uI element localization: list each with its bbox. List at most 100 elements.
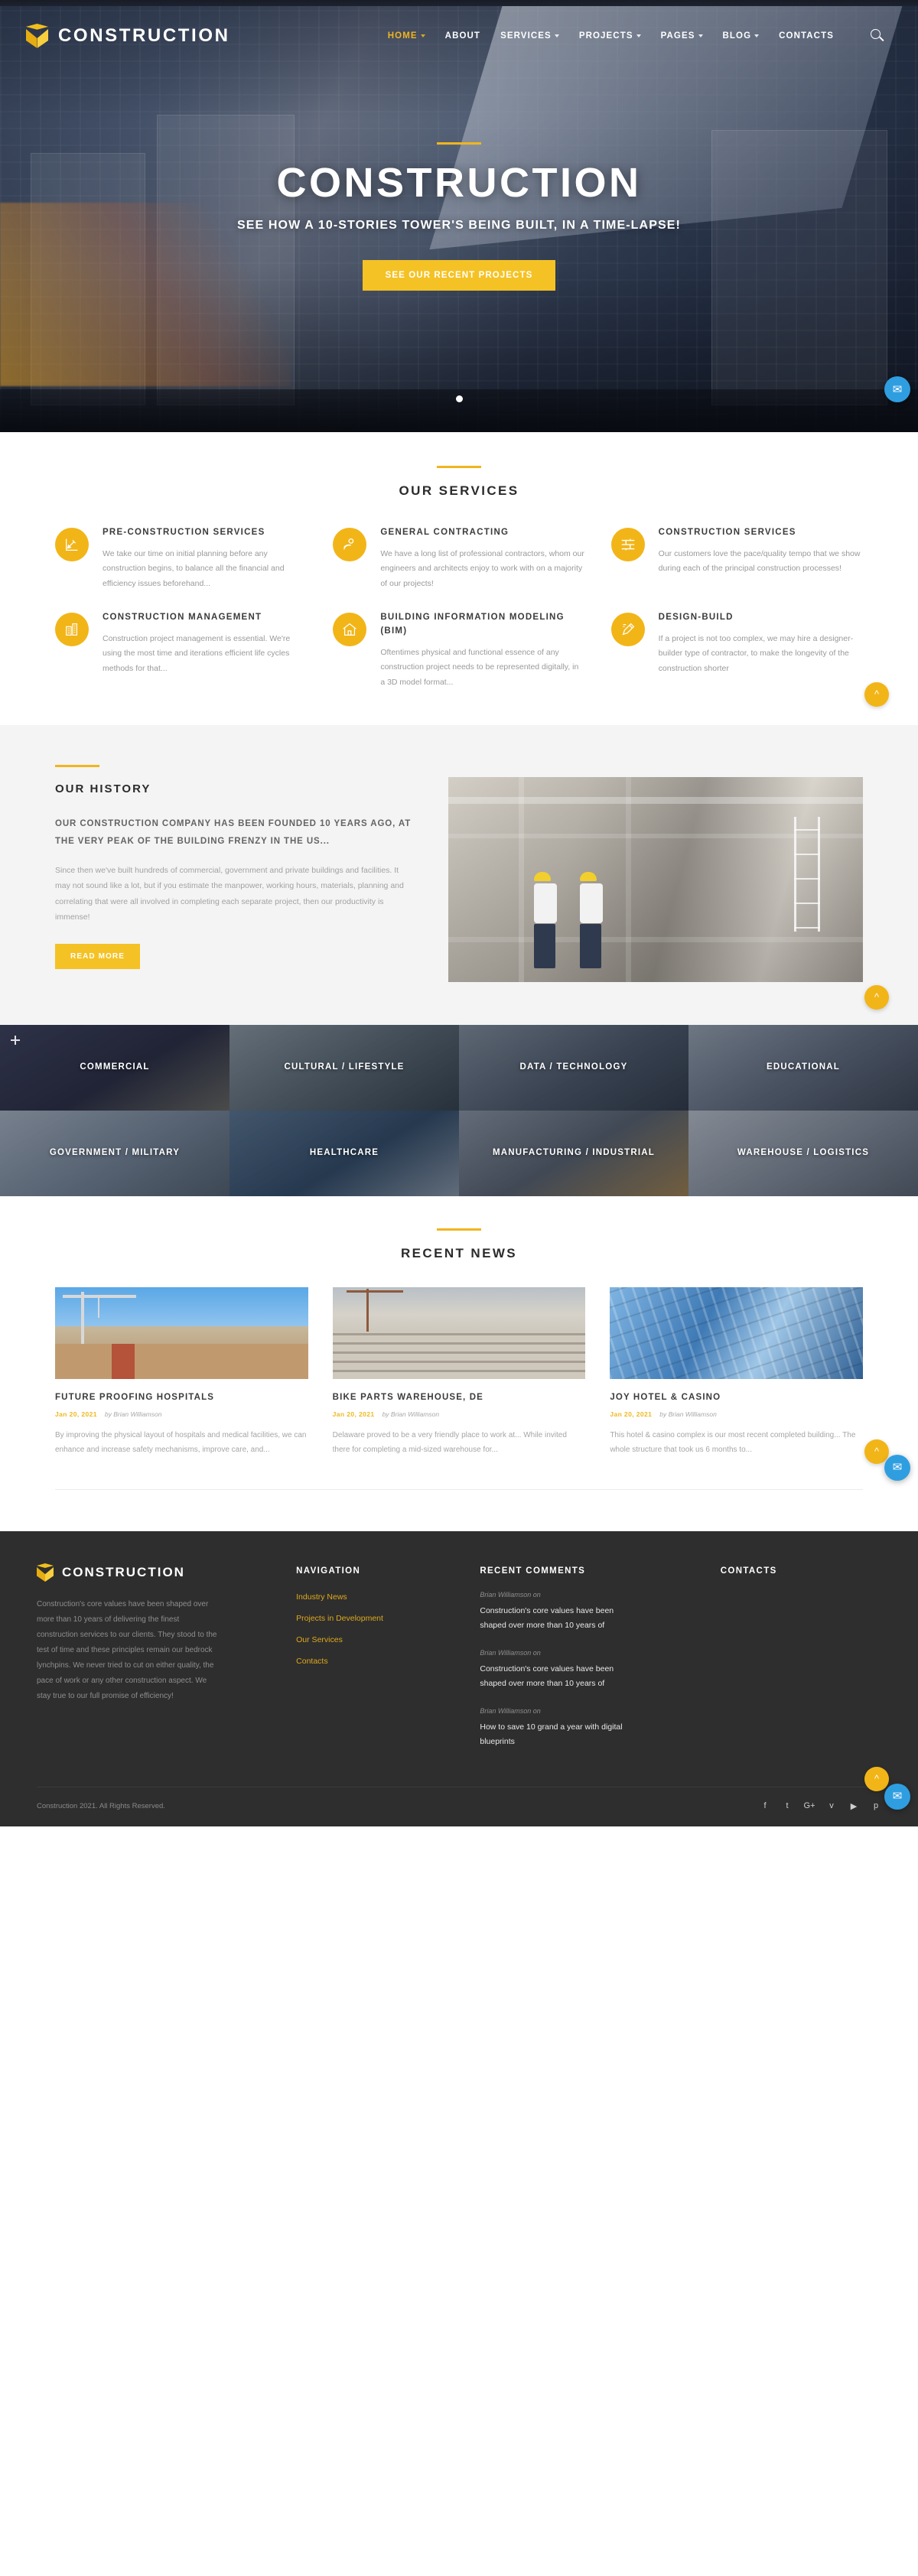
category-tile-government-military[interactable]: GOVERNMENT / MILITARY: [0, 1110, 230, 1196]
footer-brand[interactable]: CONSTRUCTION: [37, 1563, 273, 1582]
vimeo-icon[interactable]: v: [826, 1801, 837, 1810]
main-navigation: HOME ABOUT SERVICES PROJECTS PAGES BLOG …: [388, 29, 892, 43]
scroll-top-button[interactable]: ^: [864, 681, 889, 707]
footer-navigation-title: NAVIGATION: [296, 1566, 361, 1576]
category-tile-manufacturing-industrial[interactable]: MANUFACTURING / INDUSTRIAL: [459, 1110, 688, 1196]
pinterest-icon[interactable]: p: [871, 1801, 881, 1810]
footer-comment-item[interactable]: Brian Williamson on Construction's core …: [480, 1649, 697, 1692]
brand-logo[interactable]: CONSTRUCTION: [26, 24, 230, 48]
youtube-icon[interactable]: ▶: [848, 1801, 859, 1811]
google-plus-icon[interactable]: G+: [804, 1801, 815, 1810]
nav-item-about[interactable]: ABOUT: [445, 31, 480, 41]
chevron-up-icon: ^: [874, 1773, 880, 1784]
footer-comment-item[interactable]: Brian Williamson on Construction's core …: [480, 1591, 697, 1634]
history-text-column: OUR HISTORY OUR CONSTRUCTION COMPANY HAS…: [55, 760, 415, 982]
category-label: CULTURAL / LIFESTYLE: [284, 1062, 405, 1072]
category-tile-commercial[interactable]: COMMERCIAL: [0, 1024, 230, 1111]
category-label: GOVERNMENT / MILITARY: [49, 1148, 181, 1158]
chevron-down-icon: [420, 34, 425, 37]
news-thumbnail: [55, 1286, 308, 1379]
slider-dot-1[interactable]: [455, 395, 463, 402]
ladder-shape: [794, 816, 820, 932]
chat-widget-button[interactable]: ✉: [884, 1454, 910, 1481]
news-thumbnail: [610, 1286, 863, 1379]
service-card[interactable]: CONSTRUCTION MANAGEMENT Construction pro…: [55, 611, 307, 690]
footer-comment-item[interactable]: Brian Williamson on How to save 10 grand…: [480, 1707, 697, 1750]
footer-navigation-column: NAVIGATION Industry News Projects in Dev…: [296, 1563, 457, 1750]
scroll-top-button[interactable]: ^: [864, 1439, 889, 1464]
chevron-up-icon: ^: [874, 1446, 880, 1458]
services-grid: PRE-CONSTRUCTION SERVICES We take our ti…: [0, 526, 918, 690]
news-accent-rule: [437, 1228, 481, 1231]
category-label: MANUFACTURING / INDUSTRIAL: [493, 1148, 655, 1158]
service-title: CONSTRUCTION MANAGEMENT: [103, 613, 262, 623]
history-title: OUR HISTORY: [55, 782, 151, 795]
footer-link-our-services[interactable]: Our Services: [296, 1635, 457, 1644]
nav-label: ABOUT: [444, 31, 481, 41]
category-tile-warehouse-logistics[interactable]: WAREHOUSE / LOGISTICS: [688, 1110, 918, 1196]
service-card[interactable]: PRE-CONSTRUCTION SERVICES We take our ti…: [55, 526, 307, 591]
facebook-icon[interactable]: f: [760, 1801, 770, 1810]
category-tile-data-technology[interactable]: DATA / TECHNOLOGY: [459, 1024, 688, 1111]
site-footer: CONSTRUCTION Construction's core values …: [0, 1530, 918, 1826]
nav-item-blog[interactable]: BLOG: [723, 31, 760, 41]
footer-columns: CONSTRUCTION Construction's core values …: [37, 1563, 881, 1750]
twitter-icon[interactable]: t: [782, 1801, 793, 1810]
category-label: DATA / TECHNOLOGY: [519, 1062, 628, 1072]
service-text: If a project is not too complex, we may …: [658, 633, 854, 673]
brand-name: CONSTRUCTION: [58, 25, 230, 46]
cube-icon: [37, 1563, 54, 1582]
search-icon[interactable]: [871, 29, 884, 43]
category-tile-educational[interactable]: EDUCATIONAL: [688, 1024, 918, 1111]
chat-bubble-icon: ✉: [892, 382, 903, 396]
category-tile-healthcare[interactable]: HEALTHCARE: [230, 1110, 459, 1196]
hero-accent-rule: [437, 142, 481, 145]
news-title: RECENT NEWS: [400, 1245, 518, 1260]
news-card[interactable]: BIKE PARTS WAREHOUSE, DE Jan 20, 2021 by…: [332, 1286, 586, 1457]
chat-widget-button[interactable]: ✉: [884, 1783, 910, 1810]
service-title: BUILDING INFORMATION MODELING (BIM): [380, 613, 565, 636]
service-card[interactable]: GENERAL CONTRACTING We have a long list …: [333, 526, 584, 591]
nav-item-pages[interactable]: PAGES: [661, 31, 703, 41]
news-card-title: BIKE PARTS WAREHOUSE, DE: [332, 1392, 484, 1402]
category-label: COMMERCIAL: [80, 1062, 150, 1072]
news-thumbnail: [332, 1286, 586, 1379]
chat-widget-button[interactable]: ✉: [884, 376, 910, 402]
footer-comments-title: RECENT COMMENTS: [480, 1566, 586, 1576]
service-card[interactable]: DESIGN-BUILD If a project is not too com…: [610, 611, 863, 690]
history-section: OUR HISTORY OUR CONSTRUCTION COMPANY HAS…: [0, 724, 918, 1025]
nav-item-projects[interactable]: PROJECTS: [579, 31, 641, 41]
hero-cta-button[interactable]: SEE OUR RECENT PROJECTS: [362, 259, 556, 291]
news-card[interactable]: JOY HOTEL & CASINO Jan 20, 2021 by Brian…: [610, 1286, 863, 1457]
footer-navigation-links: Industry News Projects in Development Ou…: [296, 1592, 457, 1666]
footer-comments-column: RECENT COMMENTS Brian Williamson on Cons…: [480, 1563, 697, 1750]
nav-item-contacts[interactable]: CONTACTS: [779, 31, 834, 41]
service-card[interactable]: BUILDING INFORMATION MODELING (BIM) Ofte…: [333, 611, 584, 690]
news-card-title: FUTURE PROOFING HOSPITALS: [55, 1392, 215, 1402]
service-text: Construction project management is essen…: [103, 633, 291, 673]
history-accent-rule: [55, 764, 99, 767]
category-tile-cultural-lifestyle[interactable]: CULTURAL / LIFESTYLE: [230, 1024, 459, 1111]
service-title: DESIGN-BUILD: [658, 613, 734, 623]
copyright-text: Construction 2021. All Rights Reserved.: [37, 1801, 165, 1810]
news-author: by Brian Williamson: [104, 1410, 162, 1418]
chevron-down-icon: [554, 34, 559, 37]
nav-item-home[interactable]: HOME: [388, 31, 425, 41]
service-title: CONSTRUCTION SERVICES: [658, 528, 796, 537]
footer-link-contacts[interactable]: Contacts: [296, 1657, 457, 1666]
scroll-top-button[interactable]: ^: [864, 1766, 889, 1791]
news-divider: [55, 1488, 863, 1490]
scroll-top-button[interactable]: ^: [864, 984, 889, 1010]
news-excerpt: By improving the physical layout of hosp…: [55, 1430, 307, 1454]
footer-link-projects-in-development[interactable]: Projects in Development: [296, 1614, 457, 1623]
news-card[interactable]: FUTURE PROOFING HOSPITALS Jan 20, 2021 b…: [55, 1286, 308, 1457]
read-more-button[interactable]: READ MORE: [55, 943, 141, 969]
footer-link-industry-news[interactable]: Industry News: [296, 1592, 457, 1602]
nav-item-services[interactable]: SERVICES: [500, 31, 559, 41]
brick-wall-icon: [610, 528, 645, 561]
categories-grid: COMMERCIAL CULTURAL / LIFESTYLE DATA / T…: [0, 1024, 918, 1196]
news-section: RECENT NEWS FUTURE PROOFING HOSPITALS Ja…: [0, 1195, 918, 1531]
service-title: PRE-CONSTRUCTION SERVICES: [103, 528, 265, 537]
service-card[interactable]: CONSTRUCTION SERVICES Our customers love…: [610, 526, 863, 591]
services-title: OUR SERVICES: [399, 483, 519, 498]
